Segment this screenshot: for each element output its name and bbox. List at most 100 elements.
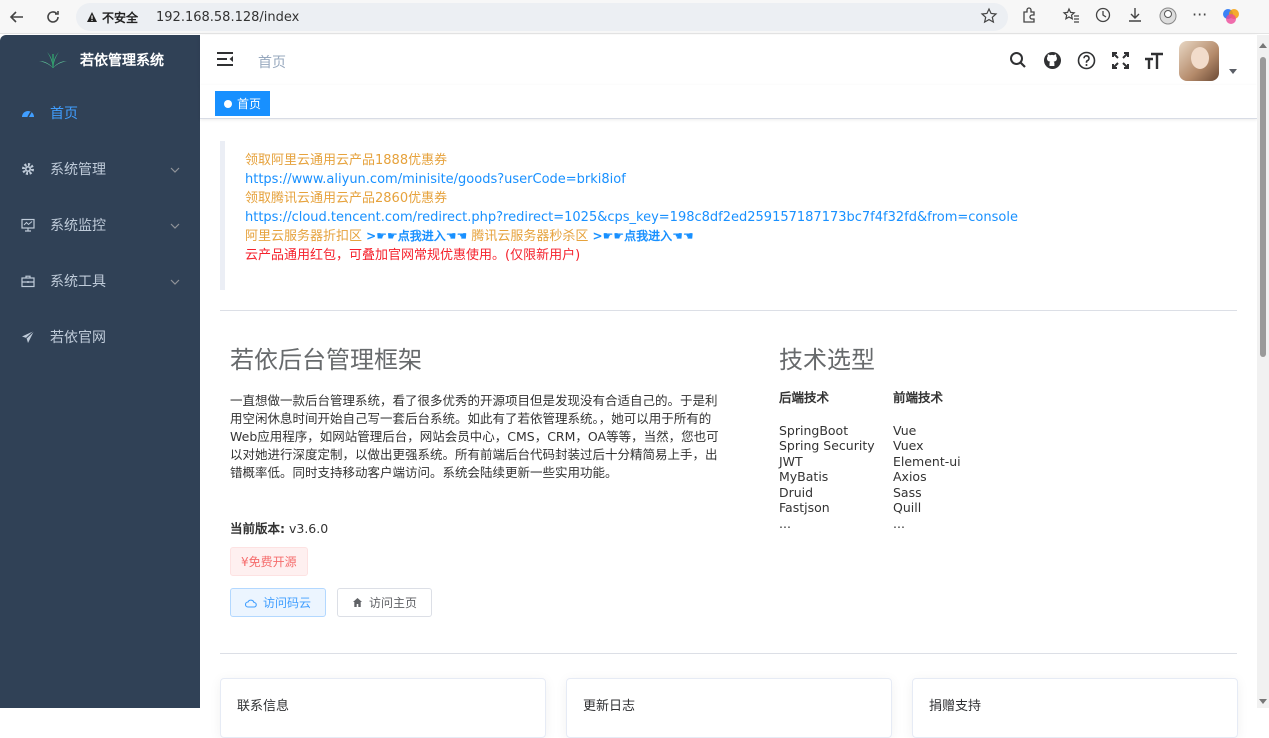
browser-actions: ··· bbox=[1020, 6, 1241, 30]
sidebar-item-label: 系统监控 bbox=[50, 218, 106, 234]
cloud-icon bbox=[245, 599, 257, 608]
visit-homepage-button[interactable]: 访问主页 bbox=[337, 588, 433, 617]
toolbox-icon bbox=[20, 274, 36, 288]
sidebar-item-system-monitor[interactable]: 系统监控 bbox=[0, 197, 200, 253]
chevron-down-icon bbox=[170, 273, 180, 289]
scrollbar-thumb[interactable] bbox=[1260, 57, 1266, 357]
sidebar-item-home[interactable]: 首页 bbox=[0, 85, 200, 141]
tab-home[interactable]: 首页 bbox=[215, 91, 271, 116]
browser-toolbar: 不安全 192.168.58.128/index ··· bbox=[0, 0, 1269, 34]
divider bbox=[220, 310, 1237, 311]
tab-label: 首页 bbox=[237, 97, 262, 111]
home-icon bbox=[353, 598, 362, 607]
active-dot-icon bbox=[224, 99, 232, 108]
tencent-link[interactable]: https://cloud.tencent.com/redirect.php?r… bbox=[245, 208, 1217, 227]
url-text[interactable]: 192.168.58.128/index bbox=[156, 10, 299, 25]
sidebar-item-label: 首页 bbox=[50, 106, 78, 122]
button-label: 访问主页 bbox=[369, 596, 418, 610]
aliyun-zone-label: 阿里云服务器折扣区 bbox=[245, 229, 363, 244]
favorites-icon[interactable] bbox=[1062, 6, 1080, 30]
sidebar-logo[interactable]: 若依管理系统 bbox=[0, 35, 200, 85]
backend-tech-list: 后端技术 SpringBoot Spring Security JWT MyBa… bbox=[779, 390, 875, 531]
intro-title: 若依后台管理框架 bbox=[230, 346, 422, 374]
backend-header: 后端技术 bbox=[779, 390, 830, 405]
aliyun-zone-link[interactable]: >☛☛点我进入☚☚ bbox=[366, 229, 467, 243]
list-item: Spring Security bbox=[779, 438, 875, 453]
tech-title: 技术选型 bbox=[779, 346, 875, 374]
intro-description: 一直想做一款后台管理系统，看了很多优秀的开源项目但是发现没有合适自己的。于是利用… bbox=[230, 393, 719, 480]
donate-card: 捐赠支持 bbox=[912, 678, 1238, 738]
card-title: 捐赠支持 bbox=[929, 699, 982, 714]
free-open-source-tag: ¥免费开源 bbox=[230, 547, 308, 576]
list-item: ... bbox=[893, 515, 905, 531]
list-item: Vue bbox=[893, 422, 917, 438]
security-label: 不安全 bbox=[102, 10, 139, 25]
card-title: 更新日志 bbox=[583, 699, 636, 714]
main-content: 领取阿里云通用云产品1888优惠券 https://www.aliyun.com… bbox=[200, 120, 1257, 738]
sidebar-item-label: 系统管理 bbox=[50, 162, 106, 178]
more-icon[interactable]: ··· bbox=[1192, 6, 1207, 30]
visit-gitee-button[interactable]: 访问码云 bbox=[230, 588, 327, 617]
sidebar-item-system-management[interactable]: 系统管理 bbox=[0, 141, 200, 197]
profile-icon[interactable] bbox=[1158, 6, 1178, 30]
list-item: Sass bbox=[893, 484, 922, 500]
button-label: 访问码云 bbox=[263, 596, 312, 610]
list-item: MyBatis bbox=[779, 469, 829, 484]
dashboard-icon bbox=[20, 107, 36, 119]
avatar[interactable] bbox=[1179, 41, 1219, 81]
list-item: ... bbox=[779, 515, 791, 531]
hamburger-icon[interactable] bbox=[216, 51, 234, 71]
list-item: Axios bbox=[893, 469, 927, 484]
app-title: 若依管理系统 bbox=[80, 53, 164, 69]
navbar: 首页 bbox=[200, 35, 1257, 85]
security-warning[interactable]: 不安全 bbox=[86, 9, 138, 26]
tencent-promo-text: 领取腾讯云通用云产品2860优惠券 bbox=[245, 191, 448, 206]
list-item: JWT bbox=[779, 453, 803, 469]
sidebar-item-ruoyi-website[interactable]: 若依官网 bbox=[0, 309, 200, 365]
fullscreen-icon[interactable] bbox=[1110, 49, 1130, 71]
font-size-icon[interactable] bbox=[1144, 49, 1164, 71]
address-bar[interactable]: 不安全 192.168.58.128/index bbox=[76, 3, 1008, 31]
divider bbox=[220, 653, 1237, 654]
download-icon[interactable] bbox=[1126, 6, 1144, 30]
monitor-icon bbox=[20, 218, 36, 232]
version-label: 当前版本: bbox=[230, 521, 285, 536]
list-item: Vuex bbox=[893, 438, 924, 453]
caret-down-icon[interactable] bbox=[1229, 69, 1237, 74]
scroll-down-icon[interactable] bbox=[1259, 699, 1267, 704]
sidebar: 若依管理系统 首页 系统管理 系统监控 系统工具 若依官网 bbox=[0, 35, 200, 708]
sidebar-item-system-tools[interactable]: 系统工具 bbox=[0, 253, 200, 309]
github-icon[interactable] bbox=[1042, 49, 1062, 71]
history-icon[interactable] bbox=[1094, 6, 1112, 30]
tencent-zone-link[interactable]: >☛☛点我进入☚☚ bbox=[593, 229, 694, 243]
page-scrollbar[interactable] bbox=[1257, 35, 1269, 708]
frontend-tech-list: 前端技术 Vue Vuex Element-ui Axios Sass Quil… bbox=[893, 390, 961, 531]
card-title: 联系信息 bbox=[237, 699, 290, 714]
reload-icon[interactable] bbox=[42, 6, 64, 28]
warning-icon bbox=[87, 12, 97, 22]
sidebar-item-label: 若依官网 bbox=[50, 330, 106, 346]
list-item: Fastjson bbox=[779, 500, 830, 515]
list-item: Quill bbox=[893, 500, 922, 515]
extensions-icon[interactable] bbox=[1020, 6, 1038, 30]
version-info: 当前版本: v3.6.0 bbox=[230, 518, 328, 537]
logo-leaf-icon bbox=[39, 52, 67, 68]
sidebar-item-label: 系统工具 bbox=[50, 274, 106, 290]
scroll-up-icon[interactable] bbox=[1259, 43, 1267, 48]
copilot-icon[interactable] bbox=[1221, 6, 1241, 30]
changelog-card: 更新日志 bbox=[566, 678, 892, 738]
paper-plane-icon bbox=[20, 330, 36, 344]
search-icon[interactable] bbox=[1008, 49, 1028, 71]
chevron-down-icon bbox=[170, 217, 180, 233]
frontend-header: 前端技术 bbox=[893, 390, 944, 405]
back-icon[interactable] bbox=[6, 6, 28, 28]
server-zone-row: 阿里云服务器折扣区 >☛☛点我进入☚☚ 腾讯云服务器秒杀区 >☛☛点我进入☚☚ bbox=[245, 227, 1217, 246]
favorite-star-icon[interactable] bbox=[980, 7, 998, 29]
list-item: Druid bbox=[779, 484, 814, 500]
tencent-zone-label: 腾讯云服务器秒杀区 bbox=[471, 229, 589, 244]
help-icon[interactable] bbox=[1076, 49, 1096, 71]
list-item: SpringBoot bbox=[779, 422, 849, 438]
chevron-down-icon bbox=[170, 161, 180, 177]
aliyun-link[interactable]: https://www.aliyun.com/minisite/goods?us… bbox=[245, 170, 1217, 189]
red-packet-text: 云产品通用红包，可叠加官网常规优惠使用。(仅限新用户) bbox=[245, 248, 581, 263]
